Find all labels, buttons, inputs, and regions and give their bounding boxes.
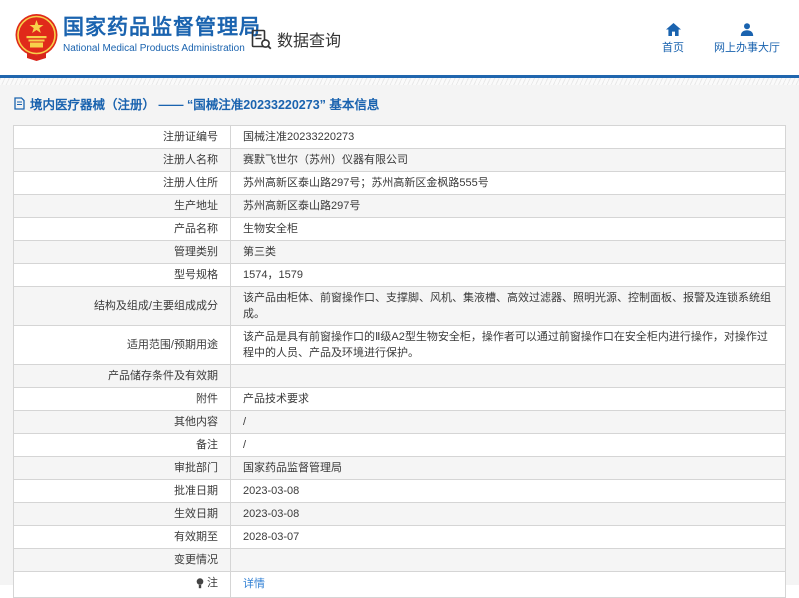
field-value	[231, 365, 786, 388]
row-remarks: 备注 /	[14, 434, 786, 457]
field-label: 结构及组成/主要组成成分	[14, 287, 231, 326]
field-value: 该产品是具有前窗操作口的Ⅱ级A2型生物安全柜，操作者可以通过前窗操作口在安全柜内…	[231, 326, 786, 365]
nav-home-label: 首页	[662, 39, 684, 55]
org-name-en: National Medical Products Administration	[63, 43, 261, 54]
field-label: 产品名称	[14, 218, 231, 241]
note-label: 注	[207, 575, 218, 591]
breadcrumb: 境内医疗器械（注册） —— “国械注准20233220273” 基本信息	[0, 85, 799, 113]
row-storage-conditions: 产品储存条件及有效期	[14, 365, 786, 388]
row-effective-date: 生效日期 2023-03-08	[14, 503, 786, 526]
row-management-category: 管理类别 第三类	[14, 241, 786, 264]
field-label: 审批部门	[14, 457, 231, 480]
field-label: 变更情况	[14, 549, 231, 572]
details-link[interactable]: 详情	[243, 578, 265, 590]
field-value: 产品技术要求	[231, 388, 786, 411]
nav-online-hall-label: 网上办事大厅	[714, 39, 780, 55]
row-other-content: 其他内容 /	[14, 411, 786, 434]
site-header: 国家药品监督管理局 National Medical Products Admi…	[0, 0, 799, 75]
file-icon	[14, 97, 25, 110]
field-value: 国械注准20233220273	[231, 126, 786, 149]
national-emblem-logo	[14, 12, 59, 62]
main-content: 境内医疗器械（注册） —— “国械注准20233220273” 基本信息 注册证…	[0, 85, 799, 585]
field-value: 国家药品监督管理局	[231, 457, 786, 480]
row-product-name: 产品名称 生物安全柜	[14, 218, 786, 241]
breadcrumb-text: 境内医疗器械（注册） —— “国械注准20233220273” 基本信息	[30, 94, 379, 113]
row-change-status: 变更情况	[14, 549, 786, 572]
field-value: /	[231, 411, 786, 434]
row-approval-date: 批准日期 2023-03-08	[14, 480, 786, 503]
data-query-section[interactable]: 数据查询	[251, 27, 341, 51]
org-title-block: 国家药品监督管理局 National Medical Products Admi…	[63, 16, 261, 54]
row-registration-number: 注册证编号 国械注准20233220273	[14, 126, 786, 149]
field-label: 注	[14, 572, 231, 598]
field-label: 型号规格	[14, 264, 231, 287]
row-registrant-name: 注册人名称 赛默飞世尔（苏州）仪器有限公司	[14, 149, 786, 172]
row-registrant-address: 注册人住所 苏州高新区泰山路297号；苏州高新区金枫路555号	[14, 172, 786, 195]
row-attachment: 附件 产品技术要求	[14, 388, 786, 411]
field-label: 附件	[14, 388, 231, 411]
field-value: 2023-03-08	[231, 503, 786, 526]
hatched-strip	[0, 78, 799, 85]
field-value: 该产品由柜体、前窗操作口、支撑脚、风机、集液槽、高效过滤器、照明光源、控制面板、…	[231, 287, 786, 326]
field-value: 苏州高新区泰山路297号	[231, 195, 786, 218]
field-value: 详情	[231, 572, 786, 598]
field-label: 管理类别	[14, 241, 231, 264]
field-value: 第三类	[231, 241, 786, 264]
nav-online-hall[interactable]: 网上办事大厅	[714, 23, 780, 55]
data-query-label: 数据查询	[277, 27, 341, 51]
row-model-spec: 型号规格 1574，1579	[14, 264, 786, 287]
field-label: 注册证编号	[14, 126, 231, 149]
field-label: 有效期至	[14, 526, 231, 549]
field-value: 赛默飞世尔（苏州）仪器有限公司	[231, 149, 786, 172]
field-label: 批准日期	[14, 480, 231, 503]
field-value	[231, 549, 786, 572]
row-structure-composition: 结构及组成/主要组成成分 该产品由柜体、前窗操作口、支撑脚、风机、集液槽、高效过…	[14, 287, 786, 326]
field-label: 注册人名称	[14, 149, 231, 172]
row-approval-department: 审批部门 国家药品监督管理局	[14, 457, 786, 480]
home-icon	[666, 23, 681, 36]
document-search-icon	[251, 29, 272, 50]
org-name-cn: 国家药品监督管理局	[63, 16, 261, 40]
row-production-address: 生产地址 苏州高新区泰山路297号	[14, 195, 786, 218]
field-label: 备注	[14, 434, 231, 457]
row-expiry-date: 有效期至 2028-03-07	[14, 526, 786, 549]
nav-home[interactable]: 首页	[662, 23, 684, 55]
field-label: 注册人住所	[14, 172, 231, 195]
field-value: 1574，1579	[231, 264, 786, 287]
registration-detail-table: 注册证编号 国械注准20233220273 注册人名称 赛默飞世尔（苏州）仪器有…	[13, 125, 786, 598]
field-value: 生物安全柜	[231, 218, 786, 241]
row-intended-use: 适用范围/预期用途 该产品是具有前窗操作口的Ⅱ级A2型生物安全柜，操作者可以通过…	[14, 326, 786, 365]
field-label: 生产地址	[14, 195, 231, 218]
user-icon	[740, 23, 754, 36]
note-icon	[196, 578, 204, 589]
field-value: 2023-03-08	[231, 480, 786, 503]
field-value: /	[231, 434, 786, 457]
header-nav: 首页 网上办事大厅	[662, 23, 780, 55]
field-label: 生效日期	[14, 503, 231, 526]
field-label: 其他内容	[14, 411, 231, 434]
row-note: 注 详情	[14, 572, 786, 598]
field-value: 2028-03-07	[231, 526, 786, 549]
field-label: 适用范围/预期用途	[14, 326, 231, 365]
field-label: 产品储存条件及有效期	[14, 365, 231, 388]
field-value: 苏州高新区泰山路297号；苏州高新区金枫路555号	[231, 172, 786, 195]
